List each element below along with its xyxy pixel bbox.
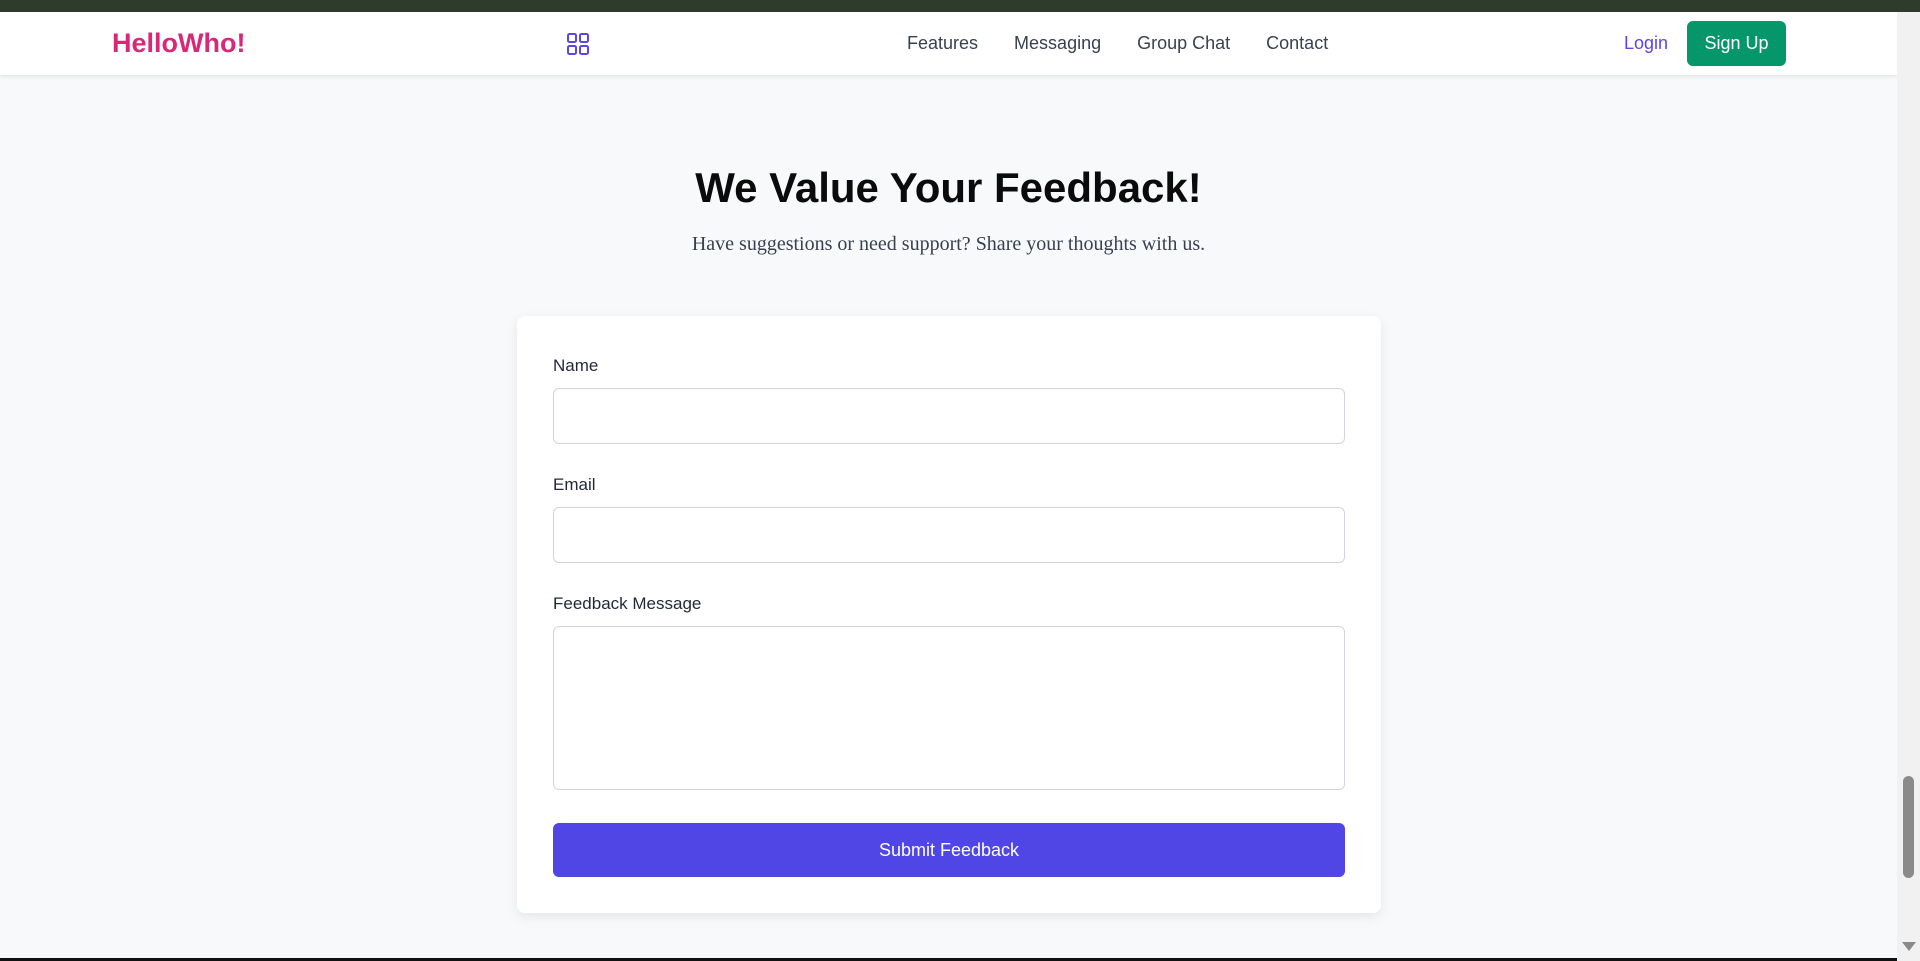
page-title: We Value Your Feedback!: [695, 164, 1202, 211]
scrollbar-thumb[interactable]: [1903, 776, 1914, 878]
page-subtitle: Have suggestions or need support? Share …: [691, 233, 1206, 255]
feedback-form: Name Email Feedback Message Submit Feedb…: [517, 316, 1381, 913]
nav-link-contact[interactable]: Contact: [1266, 33, 1328, 54]
main-nav: Features Messaging Group Chat Contact: [907, 33, 1328, 54]
name-input[interactable]: [553, 388, 1345, 444]
name-label: Name: [553, 356, 599, 375]
top-navbar: HelloWho! Features Messaging Group Chat …: [0, 12, 1897, 75]
signup-button[interactable]: Sign Up: [1687, 21, 1786, 66]
feedback-message-textarea[interactable]: [553, 626, 1345, 790]
browser-top-strip: [0, 0, 1920, 12]
login-link[interactable]: Login: [1624, 33, 1668, 54]
email-label: Email: [553, 475, 596, 494]
email-input[interactable]: [553, 507, 1345, 563]
nav-link-group-chat[interactable]: Group Chat: [1137, 33, 1230, 54]
feedback-message-label: Feedback Message: [553, 594, 702, 613]
brand-logo[interactable]: HelloWho!: [112, 28, 245, 59]
scroll-down-arrow-icon[interactable]: [1902, 942, 1916, 951]
nav-link-features[interactable]: Features: [907, 33, 978, 54]
submit-feedback-button[interactable]: Submit Feedback: [553, 823, 1345, 877]
page-scrollbar[interactable]: [1897, 12, 1920, 961]
nav-link-messaging[interactable]: Messaging: [1014, 33, 1101, 54]
grid-icon[interactable]: [566, 32, 590, 56]
